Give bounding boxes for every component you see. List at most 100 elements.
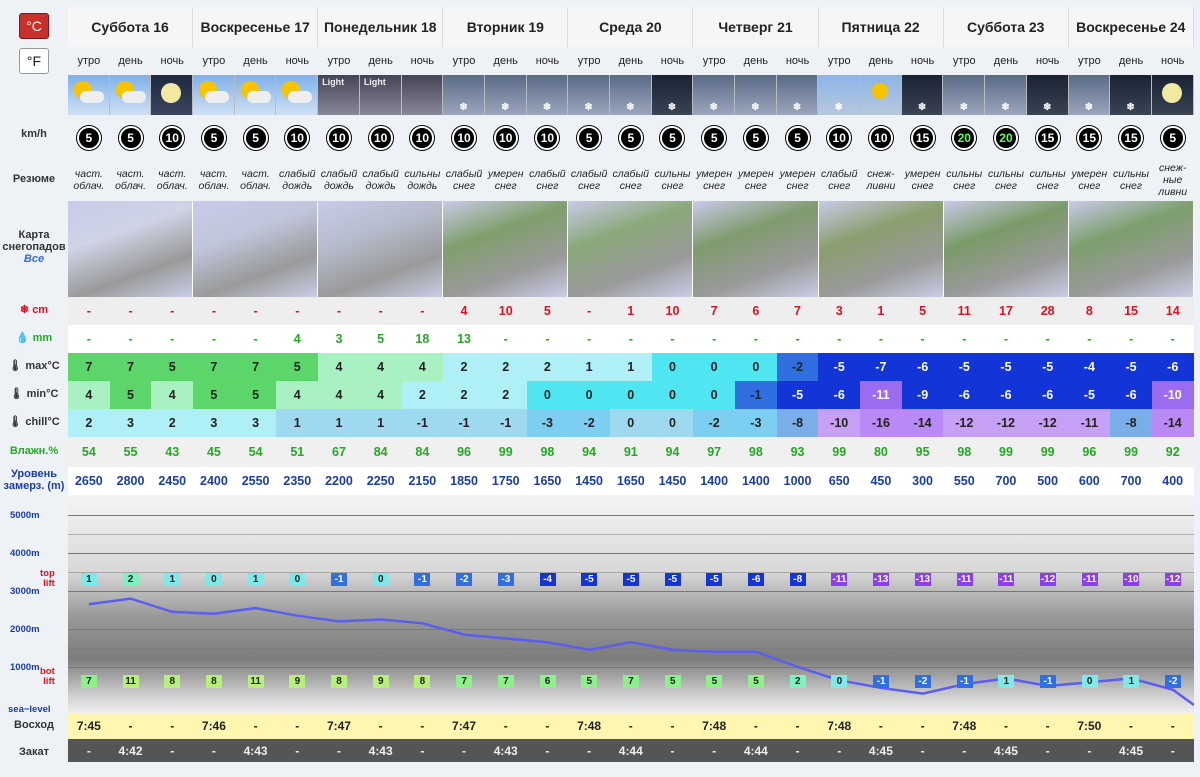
wind-cell: 5 bbox=[68, 117, 110, 159]
max-temp-value: 5 bbox=[276, 353, 319, 381]
day-header[interactable]: Суббота 23 bbox=[943, 7, 1069, 47]
chill-value: -8 bbox=[776, 409, 819, 437]
day-header[interactable]: Пятница 22 bbox=[818, 7, 944, 47]
day-header[interactable]: Воскресенье 17 bbox=[193, 7, 319, 47]
snowfall-map-thumbnail[interactable] bbox=[693, 201, 819, 297]
wind-arrow-icon: 5 bbox=[785, 126, 810, 150]
max-temp-value: 0 bbox=[735, 353, 777, 381]
humidity-value: 45 bbox=[206, 445, 221, 459]
day-header[interactable]: Вторник 19 bbox=[443, 7, 569, 47]
wind-arrow-icon: 10 bbox=[160, 126, 185, 150]
rain-value: 3 bbox=[335, 332, 343, 346]
snow-value: - bbox=[336, 304, 342, 318]
fahrenheit-button[interactable]: °F bbox=[19, 48, 49, 74]
snowfall-map-thumbnail[interactable] bbox=[193, 201, 319, 297]
snowfall-map-thumbnail[interactable] bbox=[943, 201, 1069, 297]
snow-cloud-icon: ❄ bbox=[667, 102, 677, 113]
time-of-day: ночь bbox=[285, 55, 309, 67]
wind-label: km/h bbox=[21, 128, 47, 140]
wind-cell: 20 bbox=[943, 117, 985, 159]
day-header[interactable]: Понедельник 18 bbox=[318, 7, 444, 47]
rain-value: - bbox=[753, 332, 758, 346]
snow-value: 10 bbox=[498, 304, 513, 318]
day-header[interactable]: Среда 20 bbox=[568, 7, 694, 47]
freezing-level-value: 2400 bbox=[200, 474, 228, 488]
humidity-value: 54 bbox=[81, 445, 96, 459]
time-of-day: день bbox=[1118, 55, 1144, 67]
snow-cloud-icon: ❄ bbox=[709, 102, 718, 113]
sunrise-value: 7:47 bbox=[443, 713, 485, 739]
celsius-button[interactable]: °C bbox=[19, 13, 49, 39]
sunrise-value: 7:46 bbox=[193, 713, 235, 739]
summary-text: слабый дождь bbox=[362, 168, 399, 192]
sunrise-value: 7:47 bbox=[318, 713, 360, 739]
snow-value: 4 bbox=[460, 304, 468, 318]
freezing-level-polyline bbox=[88, 597, 1194, 707]
freezing-level-value: 700 bbox=[995, 474, 1017, 488]
map-all-link[interactable]: Все bbox=[24, 253, 44, 265]
chill-value: 3 bbox=[109, 409, 152, 437]
chill-value: 1 bbox=[276, 409, 319, 437]
max-temp-value: 4 bbox=[401, 353, 444, 381]
rain-value: - bbox=[962, 332, 967, 346]
weather-icon: ❄ bbox=[651, 75, 694, 115]
humidity-value: 93 bbox=[790, 445, 805, 459]
humidity-value: 67 bbox=[332, 445, 346, 459]
summary-text: слабый снег bbox=[570, 168, 608, 192]
sunset-value: - bbox=[1151, 739, 1194, 762]
snow-cloud-icon: ❄ bbox=[792, 102, 802, 113]
humidity-value: 80 bbox=[873, 445, 888, 459]
snowfall-map-thumbnail[interactable] bbox=[318, 201, 444, 297]
freezing-level-value: 2250 bbox=[366, 474, 395, 488]
freezing-level-value: 1450 bbox=[575, 474, 603, 488]
weather-icon bbox=[151, 75, 194, 115]
sunrise-value: - bbox=[985, 713, 1027, 739]
sunset-value: - bbox=[318, 739, 360, 762]
bottom-lift-temp: 11 bbox=[122, 675, 139, 688]
wind-arrow-icon: 10 bbox=[535, 126, 560, 150]
chill-label: 🌡 chill°C bbox=[8, 416, 60, 428]
altitude-chart: 1 2 1 0 1 0 -1 0 -1 -2 -3 -4 -5 -5 -5 -5 -6 -8 -11 -13 -13 -1… bbox=[68, 495, 1194, 713]
thermometer-icon: 🌡 bbox=[8, 416, 23, 428]
weather-icon: ❄ bbox=[609, 75, 652, 115]
snowfall-map-thumbnail[interactable] bbox=[1068, 201, 1194, 297]
snowfall-map-thumbnail[interactable] bbox=[568, 201, 694, 297]
wind-cell: 5 bbox=[110, 117, 152, 159]
day-header[interactable]: Суббота 16 bbox=[68, 7, 194, 47]
max-temp-value: -7 bbox=[860, 353, 902, 381]
bottom-lift-temp: 5 bbox=[581, 675, 598, 688]
chill-value: -11 bbox=[1068, 409, 1111, 437]
altitude-axis-label: 3000m bbox=[10, 586, 40, 597]
snow-value: 1 bbox=[877, 304, 885, 318]
snow-cloud-icon: ❄ bbox=[959, 102, 968, 113]
snowfall-map-thumbnail[interactable] bbox=[818, 201, 944, 297]
rain-value: 4 bbox=[293, 332, 301, 346]
freezing-level-value: 2550 bbox=[241, 474, 270, 488]
top-lift-temp: 0 bbox=[372, 573, 389, 586]
snow-cloud-icon: ❄ bbox=[626, 102, 635, 113]
snowfall-map-thumbnail[interactable] bbox=[443, 201, 569, 297]
freezing-level-value: 600 bbox=[1078, 474, 1100, 488]
max-label: 🌡 max°C bbox=[8, 360, 60, 372]
rain-value: - bbox=[1045, 332, 1050, 346]
sea-level-label: sea−level bbox=[8, 704, 51, 715]
sunset-value: 4:43 bbox=[359, 739, 402, 762]
max-temp-value: 0 bbox=[651, 353, 694, 381]
day-header[interactable]: Воскресенье 24 bbox=[1068, 7, 1194, 47]
chill-value: -3 bbox=[526, 409, 569, 437]
max-temp-value: -5 bbox=[818, 353, 861, 381]
min-temp-value: -10 bbox=[1151, 381, 1194, 409]
wind-cell: 10 bbox=[443, 117, 485, 159]
summary-text: умерен снег bbox=[904, 168, 941, 192]
sunset-value: - bbox=[943, 739, 986, 762]
day-header[interactable]: Четверг 21 bbox=[693, 7, 819, 47]
wind-arrow-icon: 20 bbox=[952, 126, 977, 150]
sunset-value: 4:44 bbox=[609, 739, 652, 762]
wind-cell: 5 bbox=[193, 117, 235, 159]
snow-value: - bbox=[587, 304, 592, 318]
humidity-value: 94 bbox=[582, 445, 597, 459]
snowfall-map-thumbnail[interactable] bbox=[68, 201, 194, 297]
snow-value: - bbox=[378, 304, 383, 318]
time-of-day: утро bbox=[952, 55, 976, 67]
wind-cell: 10 bbox=[485, 117, 527, 159]
